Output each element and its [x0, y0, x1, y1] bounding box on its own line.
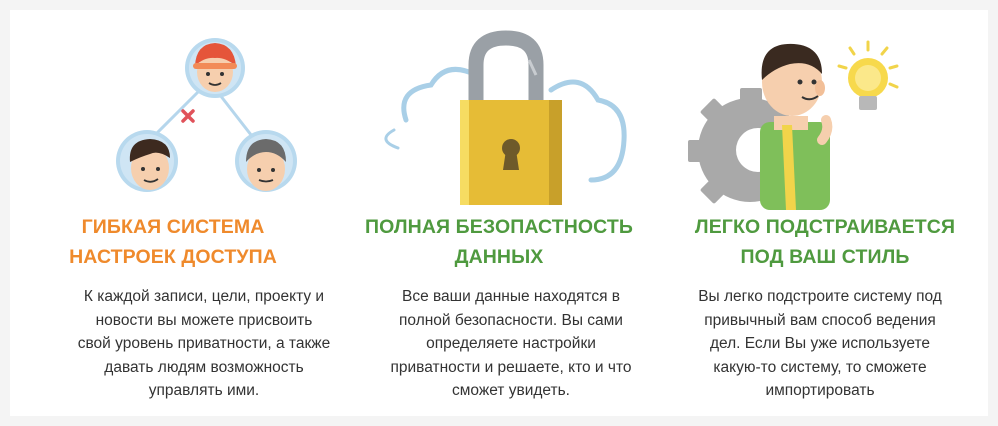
feature-description: Вы легко подстроите систему под привычны… [698, 288, 942, 399]
person-man-right-icon [235, 130, 297, 192]
denied-x-icon [181, 109, 195, 123]
man-icon [760, 43, 833, 210]
feature-security: ПОЛНАЯ БЕЗОПАСТНОСТЬ ДАННЫХ Все ваши дан… [336, 10, 662, 416]
padlock-cloud-icon [384, 30, 627, 205]
feature-title: ПОЛНАЯ БЕЗОПАСТНОСТЬ ДАННЫХ [364, 216, 634, 268]
feature-access: ГИБКАЯ СИСТЕМА НАСТРОЕК ДОСТУПА К каждой… [10, 10, 336, 416]
person-man-left-icon [116, 130, 178, 192]
feature-description: Все ваши данные находятся в полной безоп… [390, 288, 632, 399]
features-panel: ГИБКАЯ СИСТЕМА НАСТРОЕК ДОСТУПА К каждой… [10, 10, 988, 416]
feature-title: ЛЕГКО ПОДСТРАИВАЕТСЯ ПОД ВАШ СТИЛЬ [694, 216, 956, 268]
feature-title: ГИБКАЯ СИСТЕМА НАСТРОЕК ДОСТУПА [69, 216, 277, 268]
feature-description: К каждой записи, цели, проекту и новости… [77, 288, 331, 399]
man-gear-lightbulb-icon [688, 40, 899, 210]
feature-style: ЛЕГКО ПОДСТРАИВАЕТСЯ ПОД ВАШ СТИЛЬ Вы ле… [662, 10, 988, 416]
lightbulb-icon [837, 40, 899, 110]
person-woman-icon [185, 38, 245, 98]
access-network-people-icon [116, 38, 297, 192]
